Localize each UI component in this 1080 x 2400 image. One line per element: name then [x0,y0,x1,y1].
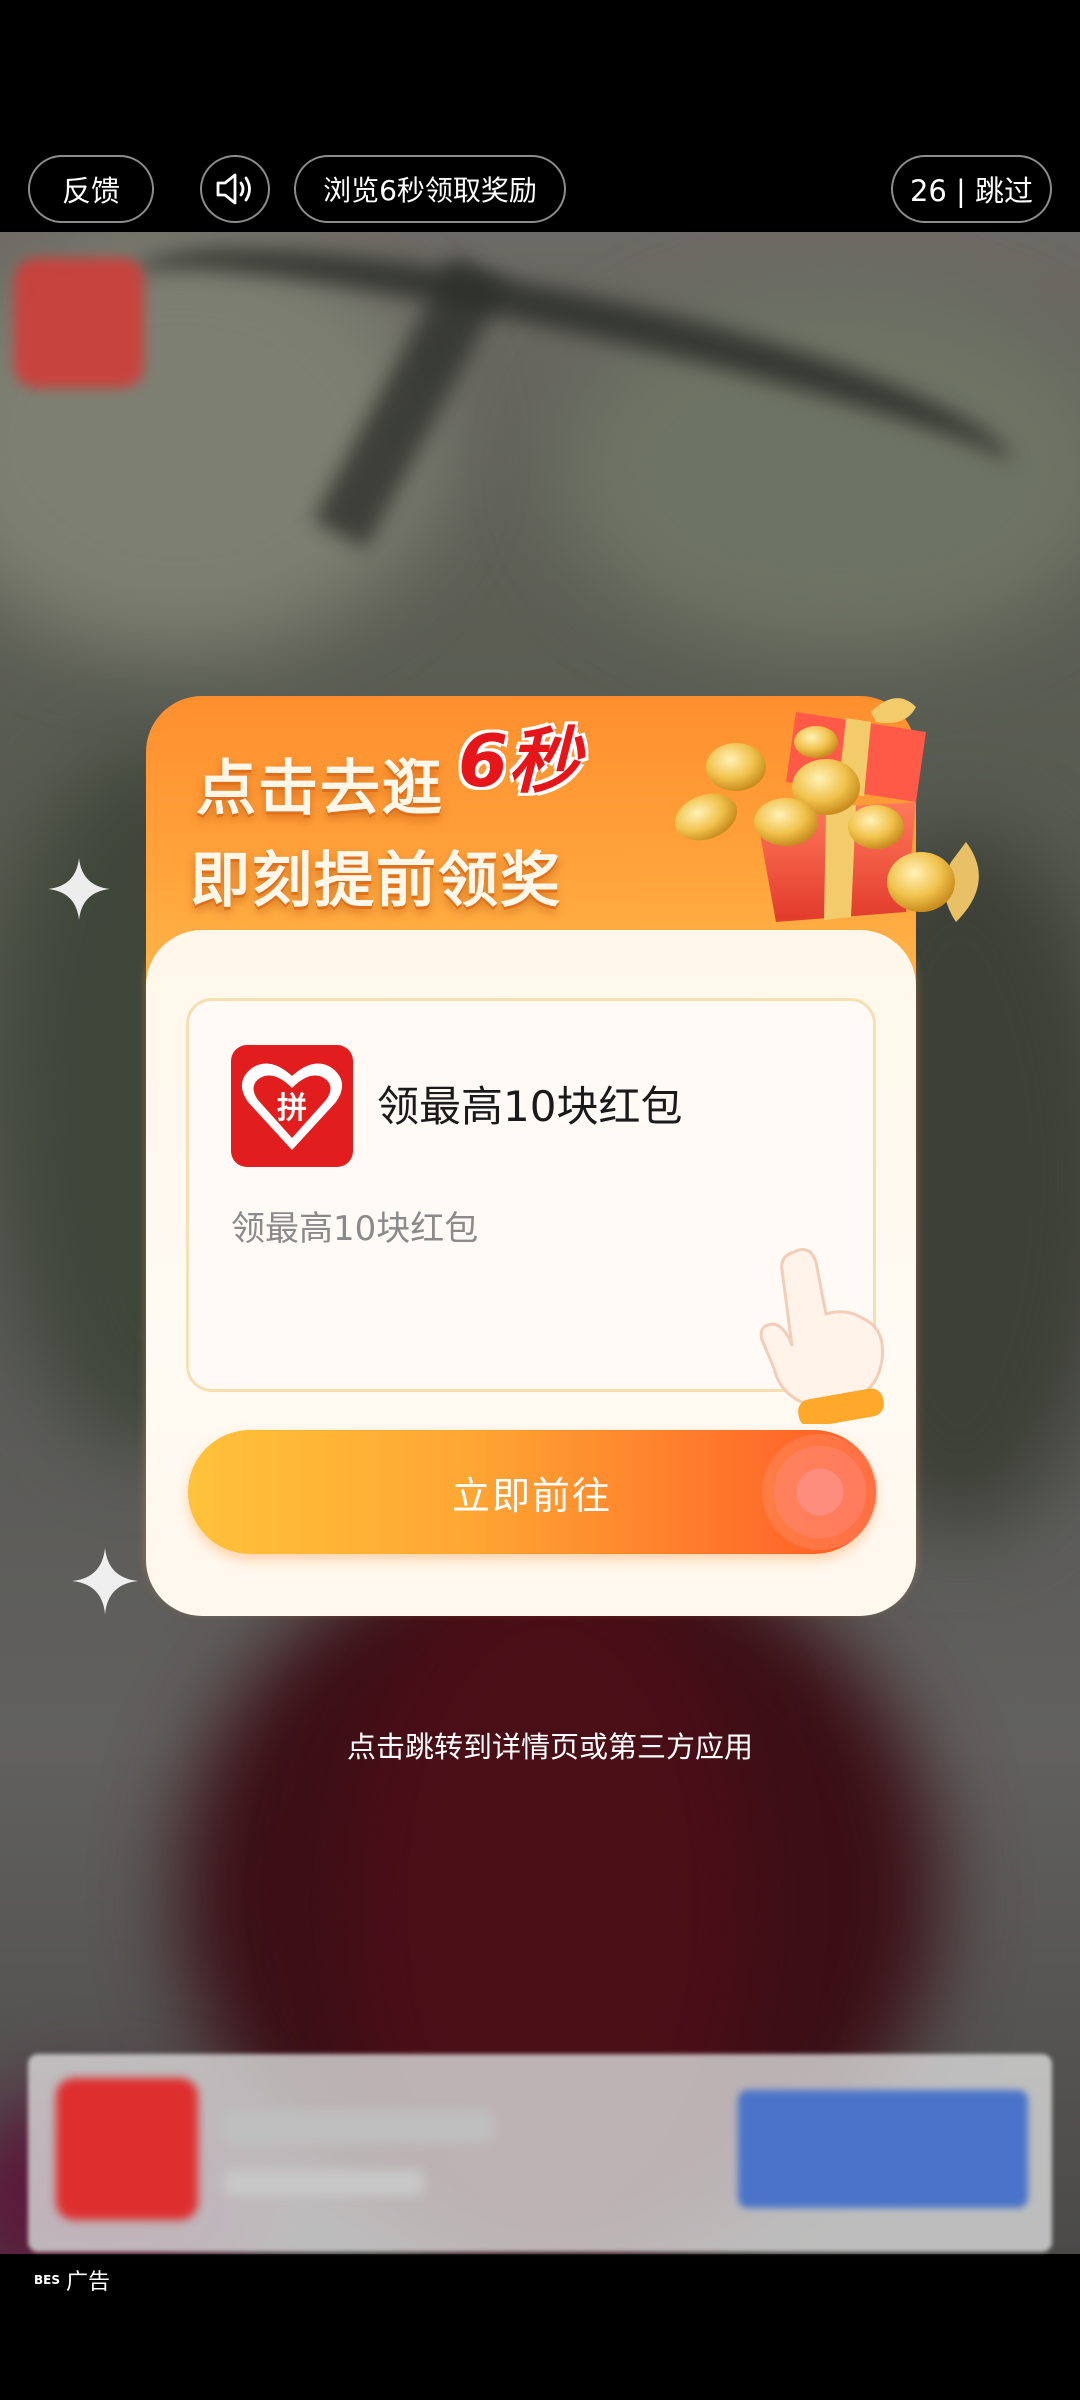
ad-text: 广告 [66,2270,111,2295]
ad-source-label: BES [34,2273,60,2287]
feedback-label: 反馈 [61,174,120,208]
ad-screen: 反馈 浏览6秒领取奖励 26 | 跳过 点击去逛 6秒 即刻提前领奖 拼 领最高… [0,0,1080,2400]
skip-countdown-label: 26 | 跳过 [909,174,1034,208]
skip-button[interactable]: 26 | 跳过 [891,155,1052,223]
app-logo-glyph: 拼 [277,1091,307,1126]
headline-seconds: 6秒 [458,719,581,803]
go-now-button[interactable]: 立即前往 [188,1430,878,1554]
banner-action-button[interactable] [738,2090,1028,2208]
sound-toggle-button[interactable] [200,155,270,223]
go-now-label: 立即前往 [451,1473,612,1518]
browse-reward-badge: 浏览6秒领取奖励 [294,155,566,223]
background-app-logo [14,258,144,388]
browse-reward-label: 浏览6秒领取奖励 [323,174,537,207]
ad-label: BES 广告 [34,2264,110,2296]
pointing-hand-icon [759,1248,885,1424]
reward-modal[interactable]: 点击去逛 6秒 即刻提前领奖 拼 领最高10块红包 领最高10块红包 立即前往 [146,696,979,1616]
gift-box-coins-icon [675,698,979,922]
bottom-app-banner[interactable] [28,2054,1052,2252]
sparkle-icon [48,858,110,924]
feedback-button[interactable]: 反馈 [28,155,154,223]
app-title: 领最高10块红包 [377,1082,683,1131]
redirect-hint-text: 点击跳转到详情页或第三方应用 [346,1730,753,1764]
app-description: 领最高10块红包 [231,1209,479,1249]
headline-line2: 即刻提前领奖 [190,846,562,916]
headline-line1: 点击去逛 [196,754,444,824]
sparkle-icon [72,1548,138,1618]
speaker-icon [216,173,251,205]
app-logo-icon: 拼 [231,1045,353,1167]
